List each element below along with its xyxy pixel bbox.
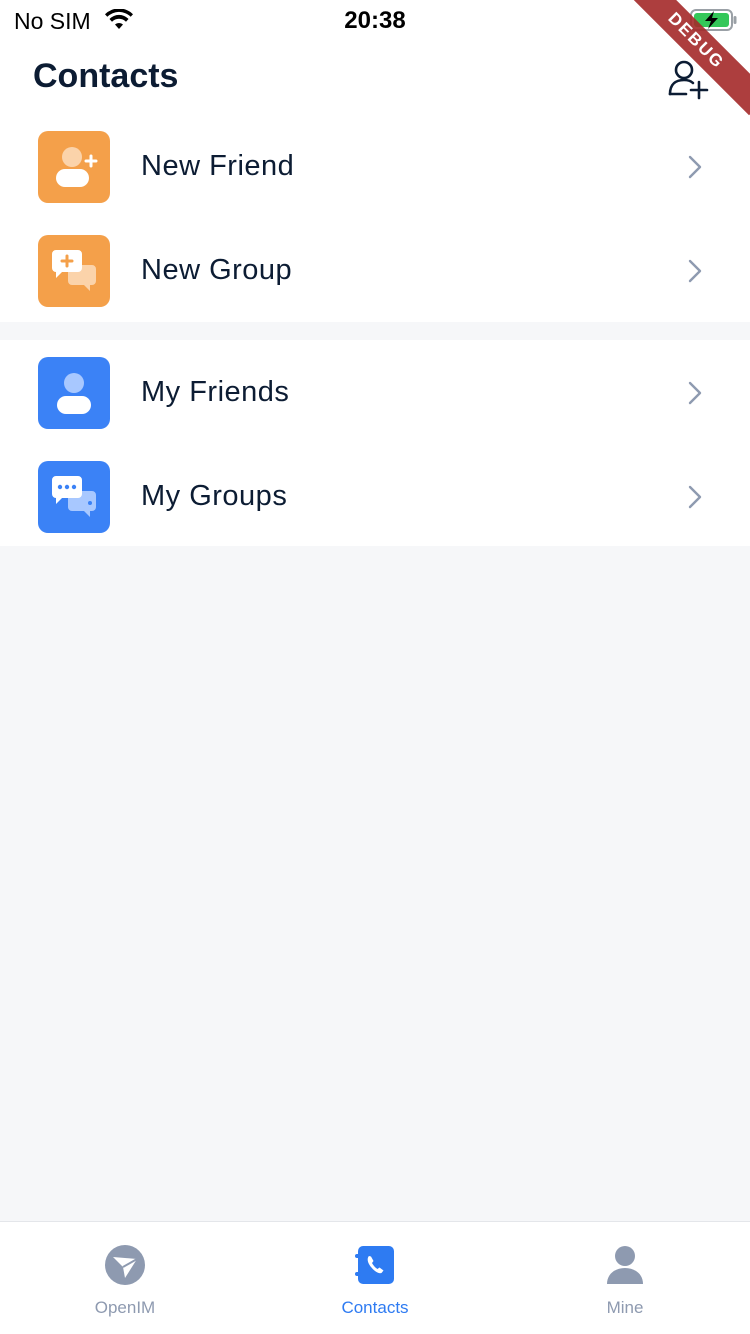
page-title: Contacts (33, 57, 179, 95)
new-group-icon (38, 235, 110, 307)
nav-label: Contacts (341, 1298, 409, 1317)
section-my: My Friends My Groups (0, 340, 750, 546)
list-item-my-groups[interactable]: My Groups (0, 444, 750, 548)
list-item-my-friends[interactable]: My Friends (0, 340, 750, 444)
nav-tab-openim[interactable]: OpenIM (0, 1222, 250, 1334)
list-item-label: New Friend (141, 150, 295, 182)
chevron-right-icon (688, 259, 702, 283)
list-item-new-group[interactable]: New Group (0, 218, 750, 322)
list-item-label: New Group (141, 254, 293, 286)
list-item-label: My Friends (141, 376, 290, 408)
mine-icon (607, 1246, 643, 1284)
nav-label: Mine (606, 1298, 644, 1317)
chevron-right-icon (688, 381, 702, 405)
list-item-label: My Groups (141, 480, 288, 512)
chevron-right-icon (688, 485, 702, 509)
my-groups-icon (38, 461, 110, 533)
new-friend-icon (38, 131, 110, 203)
contacts-icon (355, 1246, 394, 1284)
nav-tab-mine[interactable]: Mine (500, 1222, 750, 1334)
section-new: New Friend New Group (0, 114, 750, 322)
status-bar: No SIM 20:38 (0, 0, 750, 42)
chevron-right-icon (688, 155, 702, 179)
my-friends-icon (38, 357, 110, 429)
header: Contacts (0, 42, 750, 114)
openim-icon (105, 1245, 145, 1285)
bottom-nav: OpenIM Contacts Mine (0, 1221, 750, 1334)
clock: 20:38 (344, 7, 406, 34)
list-item-new-friend[interactable]: New Friend (0, 114, 750, 218)
nav-tab-contacts[interactable]: Contacts (250, 1222, 500, 1334)
nav-label: OpenIM (94, 1298, 156, 1317)
